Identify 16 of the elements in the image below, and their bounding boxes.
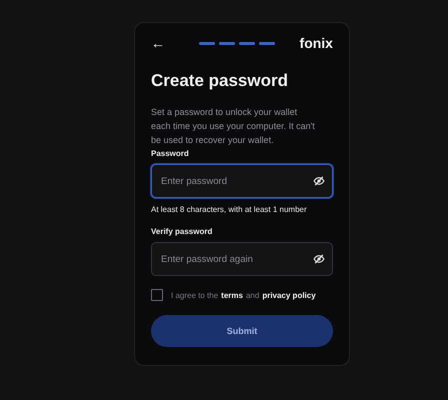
terms-link[interactable]: terms: [221, 290, 243, 300]
page-title: Create password: [151, 71, 289, 91]
back-button[interactable]: ←: [151, 36, 165, 50]
password-field[interactable]: Enter password again: [151, 242, 333, 276]
description: Set a password to unlock your wallet each time you use your computer. It can't be used to recover your wallet.: [151, 106, 316, 147]
logo: fonix: [300, 35, 333, 51]
agreement-text: I agree to the: [171, 290, 218, 300]
privacy-policy-link[interactable]: privacy policy: [262, 290, 316, 300]
eye-slash-icon[interactable]: [313, 175, 325, 187]
field-label: Verify password: [151, 227, 214, 236]
agreement-text: and: [246, 290, 260, 300]
hint-text: At least 8 characters, with at least 1 number: [151, 205, 308, 214]
field-label: Password: [151, 149, 190, 158]
password-field[interactable]: Enter password: [151, 164, 333, 198]
checkbox[interactable]: [151, 289, 163, 301]
eye-slash-icon[interactable]: [313, 253, 325, 265]
